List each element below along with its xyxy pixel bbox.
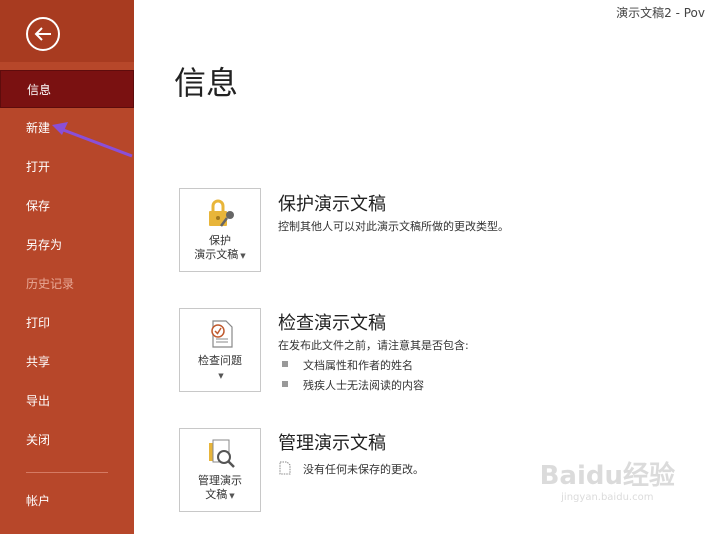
check-issues-button[interactable]: 检查问题 ▼: [179, 308, 261, 392]
caret-down-icon: ▼: [229, 492, 235, 500]
inspect-title: 检查演示文稿: [278, 313, 386, 334]
check-issues-caret: ▼: [180, 367, 260, 384]
nav-account[interactable]: 帐户: [0, 482, 134, 520]
protect-label-2: 演示文稿: [194, 248, 239, 261]
manage-presentation-button[interactable]: 管理演示 文稿 ▼: [179, 428, 261, 512]
protect-label-1: 保护: [209, 234, 231, 247]
manage-label-2: 文稿: [205, 488, 228, 501]
protect-presentation-button[interactable]: 保护 演示文稿 ▼: [179, 188, 261, 272]
bullet-icon: [282, 361, 288, 367]
protect-title: 保护演示文稿: [278, 194, 386, 215]
window-title: 演示文稿2 - Pov: [616, 6, 705, 20]
arrow-left-icon: [34, 27, 51, 41]
page-title: 信息: [174, 64, 239, 102]
manage-title: 管理演示文稿: [278, 433, 386, 454]
nav-close[interactable]: 关闭: [0, 421, 134, 459]
annotation-arrow: [52, 122, 133, 158]
backstage-sidebar: 信息 新建 打开 保存 另存为 历史记录 打印 共享 导出 关闭 帐户: [0, 0, 134, 534]
watermark-url: jingyan.baidu.com: [561, 492, 654, 503]
inspect-bullet-1: 文档属性和作者的姓名: [303, 359, 413, 372]
manage-desc: 没有任何未保存的更改。: [303, 463, 424, 476]
back-button[interactable]: [26, 17, 60, 51]
nav-save[interactable]: 保存: [0, 187, 134, 225]
lock-key-icon: [209, 199, 234, 227]
manage-label-1: 管理演示: [198, 474, 242, 487]
nav-print[interactable]: 打印: [0, 304, 134, 342]
watermark-text: Baidu经验: [539, 461, 675, 491]
nav-share[interactable]: 共享: [0, 343, 134, 381]
documents-search-icon: [209, 439, 235, 468]
nav-info[interactable]: 信息: [0, 70, 134, 108]
caret-down-icon: ▼: [218, 372, 224, 380]
manage-label-2-row: 文稿 ▼: [180, 487, 260, 504]
check-issues-label: 检查问题: [198, 354, 242, 367]
nav-history[interactable]: 历史记录: [0, 265, 134, 303]
sidebar-divider: [26, 472, 108, 473]
baidu-watermark: Baidu经验 jingyan.baidu.com: [540, 455, 675, 503]
bullet-icon: [282, 381, 288, 387]
caret-down-icon: ▼: [240, 252, 246, 260]
inspect-desc: 在发布此文件之前，请注意其是否包含:: [278, 339, 469, 352]
nav-export[interactable]: 导出: [0, 382, 134, 420]
back-area: [0, 0, 134, 62]
nav-save-as[interactable]: 另存为: [0, 226, 134, 264]
document-icon: [279, 461, 291, 475]
inspect-bullet-2: 残疾人士无法阅读的内容: [303, 379, 424, 392]
protect-label-2-row: 演示文稿 ▼: [180, 247, 260, 264]
protect-desc: 控制其他人可以对此演示文稿所做的更改类型。: [278, 220, 509, 233]
document-check-icon: [211, 320, 233, 348]
